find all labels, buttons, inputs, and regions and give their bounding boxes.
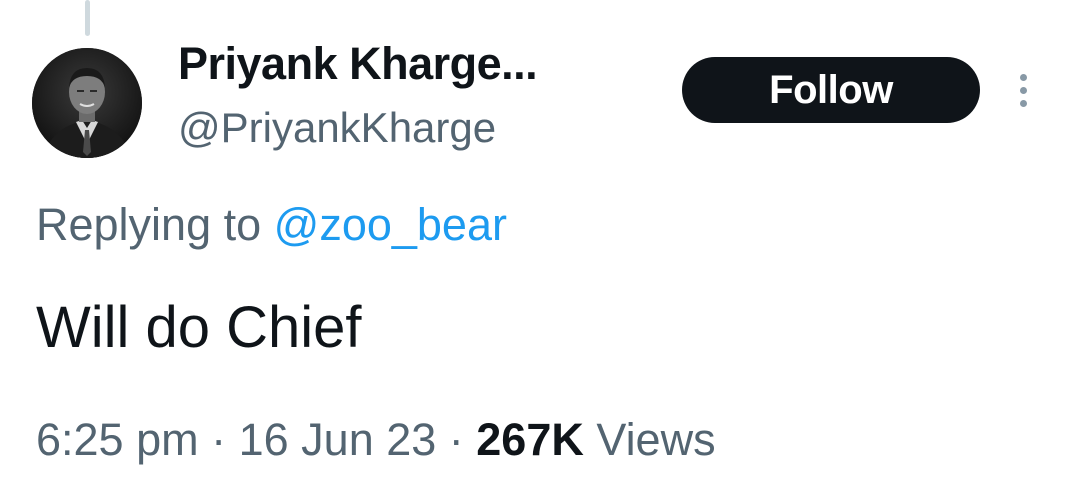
more-dot: [1019, 99, 1027, 107]
views-label: Views: [583, 414, 716, 465]
meta-separator: ·: [436, 414, 477, 465]
author-avatar[interactable]: [32, 48, 142, 158]
replying-to-line: Replying to @zoo_bear: [36, 199, 507, 251]
author-handle[interactable]: @PriyankKharge: [178, 104, 496, 152]
follow-button[interactable]: Follow: [682, 57, 980, 123]
tweet-date[interactable]: 16 Jun 23: [239, 414, 437, 465]
more-dot: [1019, 86, 1027, 94]
reply-mention-link[interactable]: @zoo_bear: [274, 199, 507, 250]
meta-separator: ·: [198, 414, 239, 465]
avatar-photo-icon: [32, 48, 142, 158]
replying-to-label: Replying to: [36, 199, 274, 250]
tweet-text: Will do Chief: [36, 295, 362, 360]
views-count[interactable]: 267K: [476, 414, 584, 465]
author-display-name[interactable]: Priyank Kharge...: [178, 38, 538, 90]
tweet-metadata: 6:25 pm · 16 Jun 23 · 267K Views: [36, 414, 716, 466]
more-options-icon[interactable]: [1006, 66, 1040, 114]
tweet-time[interactable]: 6:25 pm: [36, 414, 199, 465]
more-dot: [1019, 73, 1027, 81]
thread-connector-line: [85, 0, 90, 36]
